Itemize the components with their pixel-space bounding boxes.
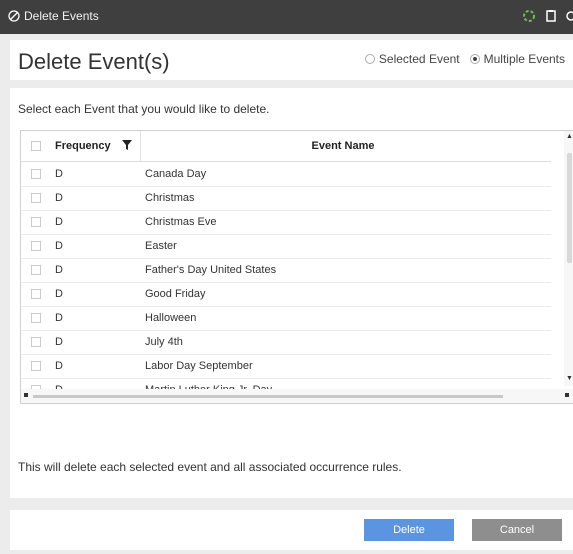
cell-frequency: D bbox=[55, 360, 63, 372]
radio-button-checked[interactable] bbox=[469, 54, 480, 64]
row-checkbox[interactable] bbox=[31, 169, 41, 179]
cell-event-name: Good Friday bbox=[145, 288, 206, 300]
cell-event-name: Father's Day United States bbox=[145, 264, 277, 276]
cell-event-name: Labor Day September bbox=[145, 360, 253, 372]
document-icon[interactable] bbox=[544, 9, 558, 23]
cancel-button[interactable]: Cancel bbox=[472, 519, 562, 541]
vertical-scrollbar[interactable]: ▲ ▼ bbox=[564, 131, 573, 386]
table-row[interactable]: D July 4th bbox=[21, 330, 551, 355]
events-grid: Frequency Event Name D Canada Day D Chri… bbox=[20, 130, 573, 404]
cell-event-name: Christmas Eve bbox=[145, 216, 217, 228]
cell-frequency: D bbox=[55, 192, 63, 204]
instructions-text: Select each Event that you would like to… bbox=[18, 102, 270, 116]
dialog-title: Delete Event(s) bbox=[18, 49, 170, 74]
radio-button[interactable] bbox=[364, 54, 375, 64]
column-header-event-name[interactable]: Event Name bbox=[143, 140, 543, 152]
column-header-frequency[interactable]: Frequency bbox=[55, 140, 111, 152]
row-checkbox[interactable] bbox=[31, 313, 41, 323]
select-all-checkbox[interactable] bbox=[31, 141, 41, 151]
cell-frequency: D bbox=[55, 312, 63, 324]
table-row[interactable]: D Christmas bbox=[21, 186, 551, 211]
row-checkbox[interactable] bbox=[31, 289, 41, 299]
column-divider bbox=[140, 131, 141, 161]
window-title: Delete Events bbox=[24, 9, 99, 23]
table-row[interactable]: D Halloween bbox=[21, 306, 551, 331]
row-checkbox[interactable] bbox=[31, 193, 41, 203]
row-checkbox[interactable] bbox=[31, 361, 41, 371]
dialog-header: Delete Event(s) Selected Event Multiple … bbox=[10, 40, 573, 80]
row-checkbox[interactable] bbox=[31, 241, 41, 251]
scroll-left-arrow-icon[interactable] bbox=[24, 393, 28, 397]
cell-event-name: July 4th bbox=[145, 336, 183, 348]
row-checkbox[interactable] bbox=[31, 337, 41, 347]
delete-events-window: Delete Events Delete Event(s) Selected E… bbox=[0, 0, 573, 554]
table-row[interactable]: D Christmas Eve bbox=[21, 210, 551, 235]
cell-event-name: Easter bbox=[145, 240, 177, 252]
scroll-right-arrow-icon[interactable] bbox=[565, 393, 569, 397]
radio-selected-event[interactable]: Selected Event bbox=[364, 52, 460, 66]
cell-frequency: D bbox=[55, 168, 63, 180]
cell-event-name: Christmas bbox=[145, 192, 195, 204]
delete-mode-radio-group: Selected Event Multiple Events bbox=[364, 52, 565, 66]
dialog-footer: Delete Cancel bbox=[10, 510, 573, 550]
table-row[interactable]: D Canada Day bbox=[21, 162, 551, 187]
horizontal-scrollbar[interactable] bbox=[21, 389, 573, 403]
cell-frequency: D bbox=[55, 216, 63, 228]
grid-header: Frequency Event Name bbox=[21, 131, 551, 162]
table-row[interactable]: D Good Friday bbox=[21, 282, 551, 307]
row-checkbox[interactable] bbox=[31, 265, 41, 275]
table-row[interactable]: D Father's Day United States bbox=[21, 258, 551, 283]
title-bar: Delete Events bbox=[0, 0, 573, 34]
scroll-down-arrow-icon[interactable]: ▼ bbox=[566, 375, 573, 382]
cell-frequency: D bbox=[55, 240, 63, 252]
no-entry-icon bbox=[8, 10, 20, 22]
scroll-up-arrow-icon[interactable]: ▲ bbox=[566, 133, 573, 140]
radio-multiple-events[interactable]: Multiple Events bbox=[469, 52, 565, 66]
row-checkbox[interactable] bbox=[31, 217, 41, 227]
cell-event-name: Halloween bbox=[145, 312, 197, 324]
table-row[interactable]: D Easter bbox=[21, 234, 551, 259]
cell-frequency: D bbox=[55, 288, 63, 300]
warning-note: This will delete each selected event and… bbox=[18, 460, 402, 474]
radio-label: Selected Event bbox=[378, 52, 460, 66]
scrollbar-thumb[interactable] bbox=[567, 153, 572, 263]
scrollbar-thumb[interactable] bbox=[33, 395, 503, 398]
filter-icon[interactable] bbox=[121, 139, 133, 151]
refresh-icon[interactable] bbox=[522, 9, 536, 23]
radio-label: Multiple Events bbox=[483, 52, 565, 66]
close-icon[interactable] bbox=[564, 9, 573, 23]
cell-frequency: D bbox=[55, 336, 63, 348]
cell-frequency: D bbox=[55, 264, 63, 276]
cell-event-name: Canada Day bbox=[145, 168, 207, 180]
delete-button[interactable]: Delete bbox=[364, 519, 454, 541]
dialog-content: Select each Event that you would like to… bbox=[10, 88, 573, 498]
table-row[interactable]: D Labor Day September bbox=[21, 354, 551, 379]
